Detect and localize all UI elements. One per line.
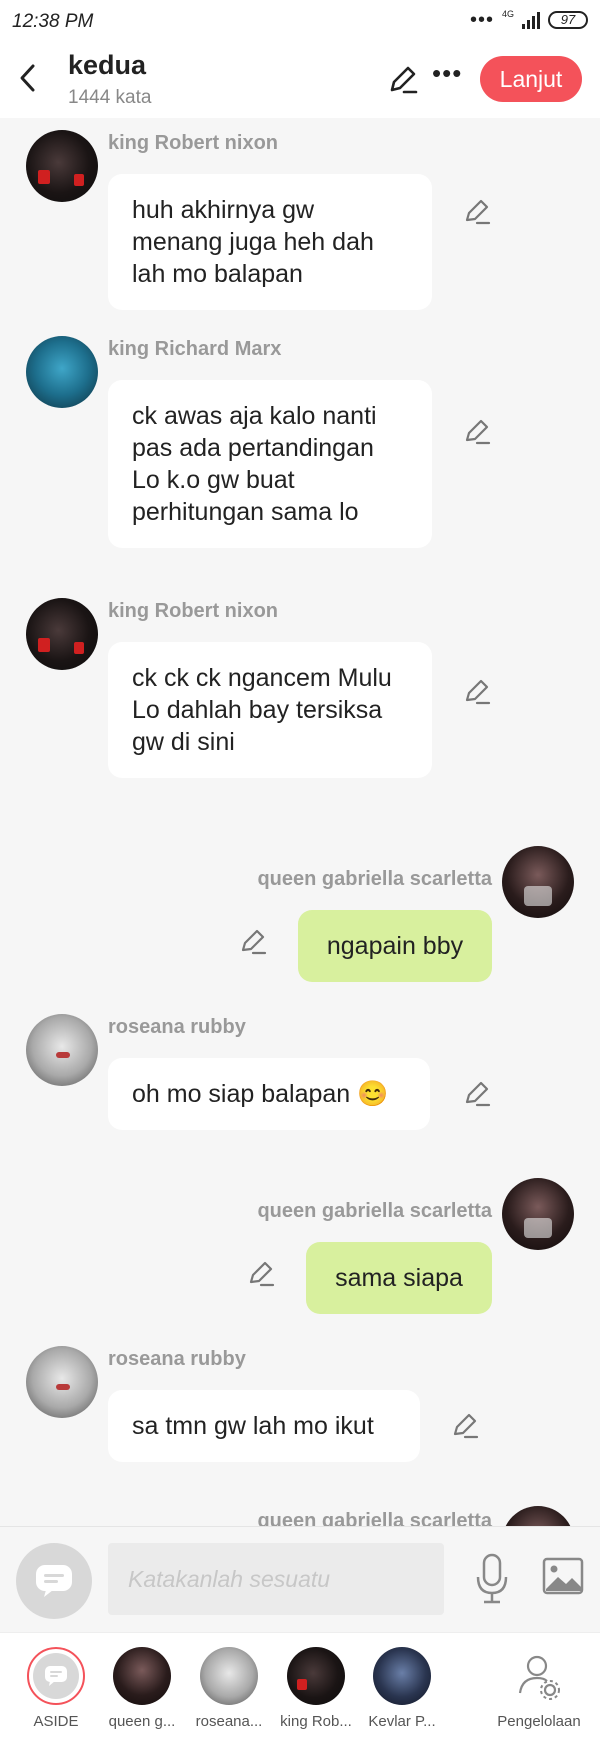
message-bubble[interactable]: oh mo siap balapan 😊 bbox=[108, 1058, 430, 1130]
edit-message-icon[interactable] bbox=[462, 676, 492, 706]
more-options-icon[interactable]: ••• bbox=[432, 60, 462, 90]
tab-label: queen g... bbox=[108, 1713, 176, 1730]
notification-dots-icon: ••• bbox=[469, 9, 494, 31]
bottom-character-bar: ASIDE queen g... roseana... king Rob... … bbox=[0, 1632, 600, 1743]
tab-character[interactable]: roseana... bbox=[184, 1647, 274, 1730]
tab-label: Kevlar P... bbox=[368, 1713, 436, 1730]
edit-message-icon[interactable] bbox=[450, 1410, 480, 1440]
avatar bbox=[200, 1647, 258, 1705]
message-author: roseana rubby bbox=[108, 1348, 246, 1370]
edit-message-icon[interactable] bbox=[462, 196, 492, 226]
network-type: 4G bbox=[501, 9, 514, 19]
avatar-queen-gabriella-scarletta[interactable] bbox=[502, 1178, 574, 1250]
edit-message-icon[interactable] bbox=[246, 1258, 276, 1288]
avatar bbox=[287, 1647, 345, 1705]
avatar bbox=[373, 1647, 431, 1705]
image-icon[interactable] bbox=[542, 1557, 584, 1595]
message-bubble[interactable]: huh akhirnya gw menang juga heh dah lah … bbox=[108, 174, 432, 310]
avatar-king-richard-marx[interactable] bbox=[26, 336, 98, 408]
microphone-icon[interactable] bbox=[474, 1553, 510, 1605]
edit-message-icon[interactable] bbox=[462, 416, 492, 446]
message-bubble[interactable]: ngapain bby bbox=[298, 910, 492, 982]
message-bubble[interactable]: ck ck ck ngancem Mulu Lo dahlah bay ters… bbox=[108, 642, 432, 778]
message-author: queen gabriella scarletta bbox=[257, 868, 492, 890]
edit-pencil-icon[interactable] bbox=[386, 62, 420, 96]
aside-icon bbox=[27, 1647, 85, 1705]
status-time: 12:38 PM bbox=[12, 11, 94, 32]
tab-management[interactable]: Pengelolaan bbox=[484, 1647, 594, 1730]
signal-icon bbox=[522, 11, 540, 29]
edit-message-icon[interactable] bbox=[238, 926, 268, 956]
user-settings-icon bbox=[518, 1655, 560, 1700]
message-composer bbox=[0, 1526, 600, 1632]
battery-icon: 97 bbox=[548, 11, 588, 29]
avatar-queen-gabriella-scarletta[interactable] bbox=[502, 846, 574, 918]
back-arrow-icon[interactable] bbox=[14, 60, 42, 96]
message-input[interactable] bbox=[108, 1543, 444, 1615]
avatar-roseana-rubby[interactable] bbox=[26, 1346, 98, 1418]
message-bubble[interactable]: sa tmn gw lah mo ikut bbox=[108, 1390, 420, 1462]
message-bubble[interactable]: ck awas aja kalo nanti pas ada pertandin… bbox=[108, 380, 432, 548]
word-count: 1444 kata bbox=[68, 87, 152, 108]
story-title: kedua bbox=[68, 50, 147, 80]
message-author: king Richard Marx bbox=[108, 338, 282, 360]
tab-label: Pengelolaan bbox=[497, 1713, 581, 1730]
message-input-box[interactable] bbox=[108, 1543, 444, 1615]
tab-aside[interactable]: ASIDE bbox=[11, 1647, 101, 1730]
avatar-king-robert-nixon[interactable] bbox=[26, 130, 98, 202]
app-header: kedua 1444 kata ••• Lanjut bbox=[0, 42, 600, 118]
status-bar: 12:38 PM ••• 4G 97 bbox=[0, 0, 600, 42]
tab-label: king Rob... bbox=[280, 1713, 352, 1730]
message-author: king Robert nixon bbox=[108, 132, 278, 154]
message-author: queen gabriella scarletta bbox=[257, 1510, 492, 1526]
tab-label: roseana... bbox=[195, 1713, 263, 1730]
tab-character[interactable]: king Rob... bbox=[271, 1647, 361, 1730]
edit-message-icon[interactable] bbox=[462, 1078, 492, 1108]
tab-character[interactable]: Kevlar P... bbox=[357, 1647, 447, 1730]
avatar-roseana-rubby[interactable] bbox=[26, 1014, 98, 1086]
avatar bbox=[113, 1647, 171, 1705]
status-icons: ••• 4G 97 bbox=[469, 9, 588, 31]
tab-label: ASIDE bbox=[33, 1713, 79, 1730]
chat-area[interactable]: king Robert nixon huh akhirnya gw menang… bbox=[0, 118, 600, 1526]
message-author: queen gabriella scarletta bbox=[257, 1200, 492, 1222]
next-button[interactable]: Lanjut bbox=[480, 56, 582, 102]
aside-toggle-button[interactable] bbox=[16, 1543, 92, 1619]
message-bubble[interactable]: sama siapa bbox=[306, 1242, 492, 1314]
message-author: king Robert nixon bbox=[108, 600, 278, 622]
chat-bubble-icon bbox=[36, 1565, 72, 1597]
tab-character[interactable]: queen g... bbox=[97, 1647, 187, 1730]
message-author: roseana rubby bbox=[108, 1016, 246, 1038]
avatar-king-robert-nixon[interactable] bbox=[26, 598, 98, 670]
avatar-queen-gabriella-scarletta[interactable] bbox=[502, 1506, 574, 1526]
